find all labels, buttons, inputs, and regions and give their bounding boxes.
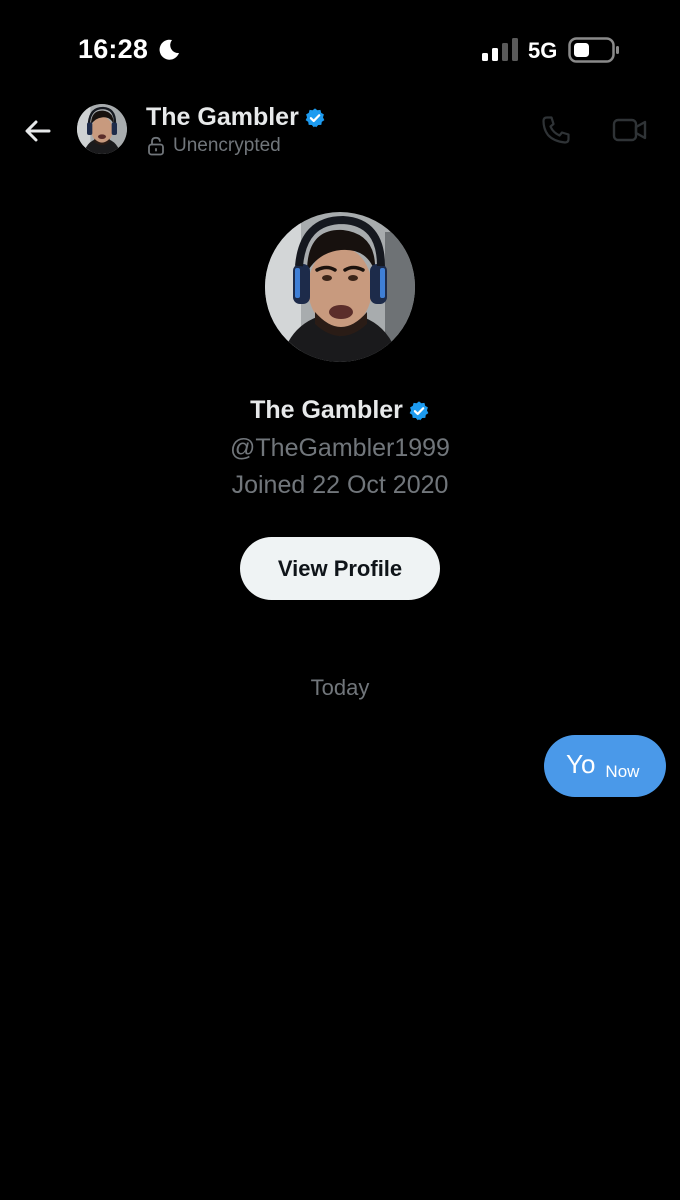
network-label: 5G: [528, 38, 558, 63]
video-camera-icon[interactable]: [612, 116, 648, 144]
battery-icon: [568, 37, 619, 63]
unlock-icon: [148, 136, 164, 156]
verified-badge-icon: [409, 400, 429, 420]
message-timestamp: Now: [605, 762, 640, 781]
chat-header: The Gambler Unencrypted: [0, 100, 680, 164]
view-profile-button[interactable]: View Profile: [240, 537, 440, 600]
profile-name-row: The Gambler: [0, 396, 680, 425]
header-name-row[interactable]: The Gambler: [146, 103, 326, 132]
message-bubble-outgoing[interactable]: Yo Now: [544, 735, 666, 797]
profile-handle: @TheGambler1999: [230, 434, 450, 462]
dm-conversation-screen: 16:28 5G The Gambler Unencrypted The Gam…: [0, 0, 680, 1200]
phone-icon[interactable]: [540, 114, 572, 146]
profile-joined-date: Joined 22 Oct 2020: [231, 471, 449, 499]
header-name[interactable]: The Gambler: [146, 103, 299, 132]
date-divider: Today: [310, 675, 370, 700]
status-bar: 16:28 5G: [0, 0, 680, 100]
avatar[interactable]: [77, 104, 127, 154]
verified-badge-icon: [305, 107, 325, 127]
profile-name: The Gambler: [250, 396, 403, 424]
encryption-status: Unencrypted: [173, 135, 281, 156]
status-time: 16:28: [78, 34, 149, 64]
moon-icon: [159, 39, 179, 60]
avatar-image: [77, 104, 127, 154]
message-text: Yo: [566, 748, 596, 779]
profile-avatar-image: [265, 212, 415, 362]
encryption-status-row: Unencrypted: [147, 135, 281, 157]
signal-icon: [482, 38, 518, 61]
profile-avatar[interactable]: [265, 212, 415, 362]
back-arrow-icon[interactable]: [22, 115, 54, 147]
